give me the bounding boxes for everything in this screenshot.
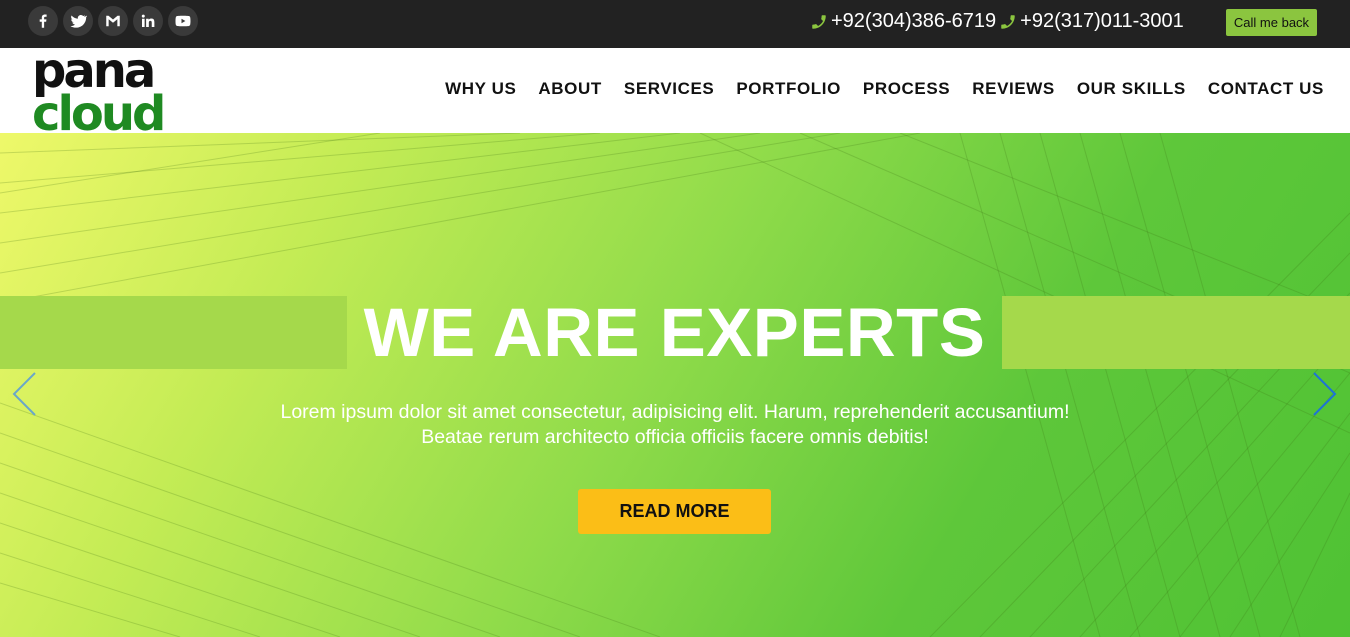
nav-item-about[interactable]: ABOUT: [538, 79, 601, 99]
nav-item-our-skills[interactable]: OUR SKILLS: [1077, 79, 1186, 99]
phone-icon: [812, 14, 826, 29]
hero-headline: WE ARE EXPERTS: [363, 294, 986, 371]
nav-item-services[interactable]: SERVICES: [624, 79, 714, 99]
hero-background-pattern: [0, 133, 1350, 637]
nav-item-contact-us[interactable]: CONTACT US: [1208, 79, 1324, 99]
gmail-icon[interactable]: [98, 6, 128, 36]
main-navbar: pana cloud WHY US ABOUT SERVICES PORTFOL…: [0, 48, 1350, 133]
phone-icon: [1001, 14, 1015, 29]
headline-bar-right: [1002, 296, 1350, 369]
chevron-right-icon: [1313, 372, 1337, 416]
logo-text-bottom: cloud: [33, 86, 163, 132]
facebook-icon[interactable]: [28, 6, 58, 36]
hero-carousel: WE ARE EXPERTS Lorem ipsum dolor sit ame…: [0, 133, 1350, 637]
read-more-button[interactable]: READ MORE: [578, 489, 771, 534]
nav-item-why-us[interactable]: WHY US: [445, 79, 516, 99]
carousel-prev-button[interactable]: [11, 371, 37, 417]
phone-1-text: +92(304)386-6719: [831, 10, 997, 32]
twitter-icon[interactable]: [63, 6, 93, 36]
carousel-next-button[interactable]: [1312, 371, 1338, 417]
nav-item-reviews[interactable]: REVIEWS: [972, 79, 1055, 99]
call-me-back-button[interactable]: Call me back: [1226, 9, 1317, 36]
hero-subtitle-line-2: Beatae rerum architecto officia officiis…: [421, 426, 929, 448]
nav-item-process[interactable]: PROCESS: [863, 79, 950, 99]
headline-bar-left: [0, 296, 347, 369]
youtube-icon[interactable]: [168, 6, 198, 36]
panacloud-logo[interactable]: pana cloud: [33, 48, 185, 132]
hero-subtitle: Lorem ipsum dolor sit amet consectetur, …: [225, 400, 1125, 450]
linkedin-icon[interactable]: [133, 6, 163, 36]
phone-2-text: +92(317)011-3001: [1020, 10, 1184, 32]
phone-numbers: +92(304)386-6719 +92(317)011-3001: [810, 10, 1187, 33]
phone-1[interactable]: +92(304)386-6719: [810, 10, 996, 33]
nav-item-portfolio[interactable]: PORTFOLIO: [736, 79, 841, 99]
top-bar: +92(304)386-6719 +92(317)011-3001 Call m…: [0, 0, 1350, 48]
chevron-left-icon: [12, 372, 36, 416]
social-links: [28, 6, 198, 36]
hero-subtitle-line-1: Lorem ipsum dolor sit amet consectetur, …: [280, 401, 1070, 423]
nav-menu: WHY US ABOUT SERVICES PORTFOLIO PROCESS …: [445, 79, 1324, 99]
phone-2[interactable]: +92(317)011-3001: [999, 10, 1184, 33]
